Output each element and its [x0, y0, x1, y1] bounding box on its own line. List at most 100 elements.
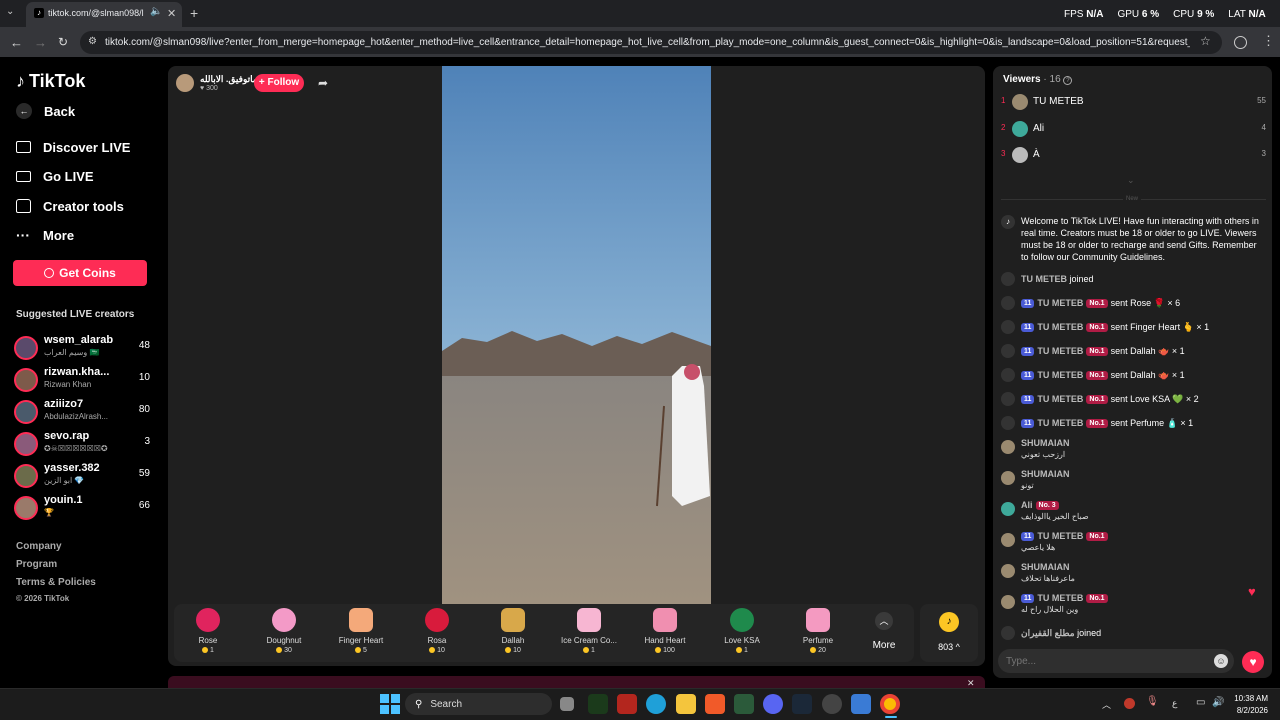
- floating-heart-icon: ♥: [1248, 584, 1256, 599]
- nav-creator-tools[interactable]: Creator tools: [16, 195, 124, 217]
- forward-nav-icon[interactable]: →: [34, 35, 47, 50]
- reload-icon[interactable]: ↻: [58, 35, 68, 49]
- taskbar-search[interactable]: ⚲ Search: [405, 693, 552, 715]
- creator-item[interactable]: wsem_alarab وسيم العراب 🇸🇦 48: [14, 334, 150, 364]
- tiktok-logo[interactable]: ♪ TikTok: [16, 71, 85, 92]
- footer-program[interactable]: Program: [16, 559, 57, 570]
- avatar: [14, 432, 38, 456]
- rose-icon: [196, 608, 220, 632]
- share-icon[interactable]: ➦: [318, 76, 328, 90]
- discord-icon[interactable]: [763, 694, 783, 714]
- gift-ice-cream[interactable]: Ice Cream Co... 1: [551, 608, 627, 654]
- brave-icon[interactable]: [705, 694, 725, 714]
- footer-company[interactable]: Company: [16, 541, 62, 552]
- back-nav-icon[interactable]: ←: [10, 35, 23, 50]
- microphone-icon[interactable]: 🎙: [1146, 696, 1159, 707]
- gifts-more-button[interactable]: ︿ More: [866, 612, 902, 651]
- info-icon[interactable]: ?: [1063, 76, 1073, 85]
- edge-icon[interactable]: [646, 694, 666, 714]
- get-coins-button[interactable]: Get Coins: [13, 260, 147, 286]
- tray-app-icon[interactable]: [1124, 698, 1135, 709]
- nav-go-live[interactable]: Go LIVE: [16, 165, 94, 187]
- browser-tab[interactable]: ♪ tiktok.com/@slman098/live 🔈 ✕: [26, 2, 182, 27]
- taskbar-clock[interactable]: 10:38 AM 8/2/2026: [1228, 693, 1268, 717]
- new-tab-button[interactable]: +: [190, 5, 198, 21]
- close-tab-icon[interactable]: ✕: [167, 7, 176, 20]
- creator-item[interactable]: yasser.382 ابو الزين 💎 59: [14, 462, 150, 492]
- expand-chevron-icon[interactable]: ⌄: [1127, 175, 1135, 186]
- browser-menu-icon[interactable]: ⋮: [1262, 33, 1275, 49]
- viewer-row[interactable]: 3 À 3: [1001, 147, 1266, 167]
- viewer-row[interactable]: 2 Ali 4: [1001, 121, 1266, 141]
- chrome-icon[interactable]: [880, 694, 900, 714]
- volume-icon[interactable]: 🔊: [1212, 697, 1224, 708]
- gift-icon: [1001, 296, 1015, 310]
- gift-hand-heart[interactable]: Hand Heart 100: [627, 608, 703, 654]
- avatar: [14, 368, 38, 392]
- viewer-row[interactable]: 1 TU METEB 55: [1001, 94, 1266, 114]
- avatar: [1001, 440, 1015, 454]
- join-icon: [1001, 626, 1015, 640]
- nav-more[interactable]: ··· More: [16, 224, 74, 246]
- chat-welcome: ♪ Welcome to TikTok LIVE! Have fun inter…: [1001, 215, 1266, 263]
- gift-perfume[interactable]: Perfume 20: [780, 608, 856, 654]
- avatar: [1001, 502, 1015, 516]
- tab-list-button[interactable]: ⌄: [6, 6, 20, 20]
- host-avatar[interactable]: [176, 74, 194, 92]
- join-icon: [1001, 272, 1015, 286]
- chat-gift-msg: 11 TU METEB No.1 sent Dallah 🫖 × 1: [1001, 368, 1266, 382]
- file-explorer-icon[interactable]: [676, 694, 696, 714]
- coin-icon: [44, 268, 55, 278]
- follow-button[interactable]: + Follow: [254, 74, 304, 92]
- steam-icon[interactable]: [792, 694, 812, 714]
- url-input[interactable]: ⚙ tiktok.com/@slman098/live?enter_from_m…: [80, 31, 1222, 54]
- gift-finger-heart[interactable]: Finger Heart 5: [323, 608, 399, 654]
- windows-start-icon[interactable]: [380, 694, 400, 714]
- creator-item[interactable]: sevo.rap ✪☠☒☒☒☒☒☒✪ 3: [14, 430, 150, 460]
- footer-copyright: © 2026 TikTok: [16, 594, 70, 603]
- coin-balance[interactable]: ♪ 803 ^: [920, 604, 978, 662]
- language-icon[interactable]: ع: [1172, 698, 1177, 709]
- gift-icon: [1001, 344, 1015, 358]
- coin-icon: ♪: [939, 612, 959, 632]
- app-icon[interactable]: [588, 694, 608, 714]
- host-name[interactable]: ماتوفيق. الابالله: [200, 74, 258, 85]
- chat-input[interactable]: [1006, 653, 1206, 669]
- avatar: [14, 336, 38, 360]
- back-arrow-icon: ←: [16, 103, 32, 119]
- tiktok-logo-icon: ♪: [16, 71, 25, 91]
- audio-icon[interactable]: 🔈: [150, 6, 162, 17]
- camera-icon: [16, 170, 31, 182]
- creator-item[interactable]: youin.1 🏆 66: [14, 494, 150, 524]
- gift-dallah[interactable]: Dallah 10: [475, 608, 551, 654]
- gift-rosa[interactable]: Rosa 10: [399, 608, 475, 654]
- avatar: [1001, 564, 1015, 578]
- app-icon[interactable]: [734, 694, 754, 714]
- perfume-icon: [806, 608, 830, 632]
- photos-icon[interactable]: [851, 694, 871, 714]
- bookmark-star-icon[interactable]: ☆: [1200, 34, 1211, 48]
- gift-love-ksa[interactable]: Love KSA 1: [704, 608, 780, 654]
- more-dots-icon: ···: [16, 227, 30, 243]
- app-icon[interactable]: [822, 694, 842, 714]
- profile-icon[interactable]: [1234, 36, 1247, 49]
- footer-terms[interactable]: Terms & Policies: [16, 577, 96, 588]
- app-icon[interactable]: [617, 694, 637, 714]
- tray-chevron-icon[interactable]: ︿: [1102, 698, 1111, 711]
- host-likes: ♥ 300: [200, 85, 218, 92]
- gift-doughnut[interactable]: Doughnut 30: [246, 608, 322, 654]
- back-button[interactable]: ← Back: [16, 100, 75, 122]
- emoji-icon[interactable]: ☺: [1214, 654, 1228, 668]
- creator-item[interactable]: aziiizo7 AbdulazizAlrash... 80: [14, 398, 150, 428]
- avatar: [1001, 595, 1015, 609]
- love-ksa-icon: [730, 608, 754, 632]
- task-view-icon[interactable]: [560, 697, 574, 711]
- chat-comment: SHUMAIAN تونو: [1001, 469, 1266, 495]
- creator-item[interactable]: rizwan.kha... Rizwan Khan 10: [14, 366, 150, 396]
- nav-discover-live[interactable]: Discover LIVE: [16, 136, 130, 158]
- live-video[interactable]: [442, 66, 711, 604]
- network-icon[interactable]: ▭: [1196, 697, 1205, 708]
- gift-rose[interactable]: Rose 1: [170, 608, 246, 654]
- site-info-icon[interactable]: ⚙: [88, 36, 97, 47]
- send-gift-heart-button[interactable]: ♥: [1242, 651, 1264, 673]
